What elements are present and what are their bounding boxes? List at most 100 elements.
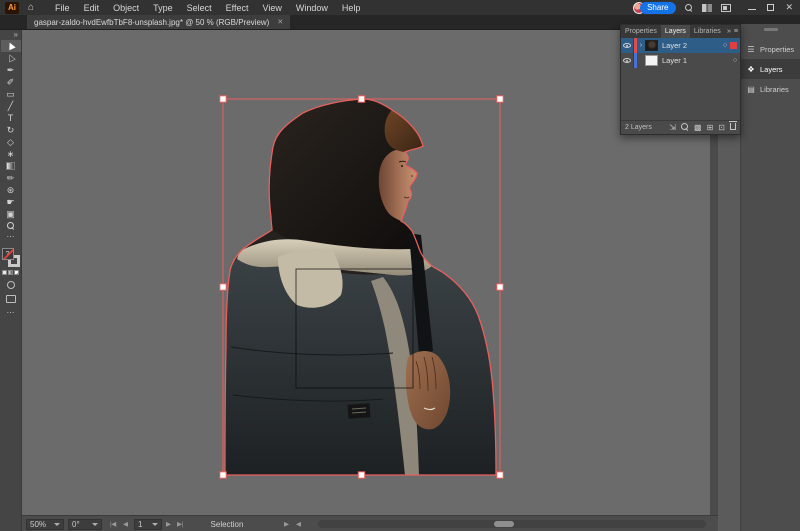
panel-tab-properties[interactable]: Properties <box>621 25 661 38</box>
menu-type[interactable]: Type <box>146 3 180 13</box>
layer-row[interactable]: Layer 1 ○ <box>621 53 740 68</box>
zoom-level-value: 50% <box>30 519 47 529</box>
canvas[interactable] <box>22 30 710 515</box>
locate-object-icon[interactable] <box>681 122 689 133</box>
panel-collapse-icon[interactable]: » <box>727 28 731 35</box>
type-tool[interactable]: T <box>1 112 21 124</box>
menu-edit[interactable]: Edit <box>77 3 107 13</box>
tab-close-icon[interactable]: ✕ <box>277 18 283 26</box>
artboard-tool[interactable]: ▣ <box>1 208 21 220</box>
panel-menu-icon[interactable]: ≡ <box>734 28 738 35</box>
artwork-wrap <box>218 94 505 480</box>
eye-icon <box>623 43 631 48</box>
selection-handle[interactable] <box>496 283 504 291</box>
pen-tool[interactable]: ✒ <box>1 64 21 76</box>
dock-properties[interactable]: ☰ Properties <box>741 39 800 59</box>
target-circle-icon[interactable]: ○ <box>730 57 740 64</box>
scroll-left-arrow[interactable]: ◀ <box>296 516 301 531</box>
layer-count-label: 2 Layers <box>625 124 652 131</box>
workspace-switcher-icon[interactable] <box>702 3 713 12</box>
layer-name[interactable]: Layer 2 <box>662 41 720 50</box>
horizontal-scrollbar-thumb[interactable] <box>494 521 514 527</box>
layer-thumbnail[interactable] <box>645 55 658 66</box>
document-tab[interactable]: gaspar-zaldo-hvdEwfbTbF8-unsplash.jpg* @… <box>27 15 291 29</box>
zoom-level-dropdown[interactable]: 50% <box>26 518 64 530</box>
curvature-tool: ✐ <box>6 77 15 87</box>
color-swatch[interactable] <box>2 270 7 275</box>
shape-builder-tool[interactable]: ◇ <box>1 136 21 148</box>
layer-row[interactable]: › Layer 2 ○ <box>621 38 740 53</box>
free-transform-tool[interactable]: ∗ <box>1 148 21 160</box>
selection-handle[interactable] <box>219 95 227 103</box>
layer-thumbnail[interactable] <box>645 40 658 51</box>
menu-window[interactable]: Window <box>289 3 335 13</box>
selection-handle[interactable] <box>357 471 366 479</box>
edit-toolbar-icon[interactable]: ⋯ <box>7 232 15 242</box>
panel-tab-layers[interactable]: Layers <box>660 25 690 38</box>
new-layer-icon[interactable]: ⊡ <box>718 123 725 132</box>
arrange-documents-icon[interactable] <box>721 3 732 12</box>
fill-swatch[interactable]: ? <box>1 248 14 260</box>
close-button[interactable]: ✕ <box>785 3 793 12</box>
next-artboard-button[interactable]: ▶ <box>166 516 171 531</box>
menu-effect[interactable]: Effect <box>219 3 256 13</box>
eyedropper-tool[interactable]: ✏ <box>1 172 21 184</box>
selection-handle[interactable] <box>496 95 504 103</box>
artwork-image[interactable] <box>224 98 497 476</box>
menu-object[interactable]: Object <box>106 3 146 13</box>
first-artboard-button[interactable]: |◀ <box>110 516 116 531</box>
target-circle-icon[interactable]: ○ <box>720 42 730 49</box>
gradient-swatch-small[interactable] <box>8 270 13 275</box>
visibility-toggle[interactable] <box>621 53 634 68</box>
dock-grip[interactable] <box>763 28 778 31</box>
share-group[interactable]: Share <box>633 1 677 14</box>
home-icon[interactable]: ⌂ <box>28 2 34 13</box>
zoom-tool[interactable] <box>1 220 21 232</box>
fill-stroke-indicator[interactable]: ? <box>1 248 20 267</box>
toolbar-options-icon[interactable]: ⋯ <box>7 308 15 317</box>
none-swatch[interactable] <box>14 270 19 275</box>
artboard-number-dropdown[interactable]: 1 <box>134 518 162 530</box>
menu-bar: File Edit Object Type Select Effect View Window… <box>48 3 367 13</box>
visibility-toggle[interactable] <box>621 38 634 53</box>
rotation-dropdown[interactable]: 0° <box>68 518 102 530</box>
hand-tool[interactable]: ☛ <box>1 196 21 208</box>
rectangle-tool[interactable]: ▭ <box>1 88 21 100</box>
selection-handle[interactable] <box>219 471 227 479</box>
chevron-down-icon <box>92 522 98 526</box>
toolbar-collapse-icon[interactable]: » <box>14 30 21 40</box>
selection-handle[interactable] <box>496 471 504 479</box>
share-button[interactable]: Share <box>640 1 677 14</box>
dock-layers[interactable]: ❖ Layers <box>741 59 800 79</box>
maximize-button[interactable] <box>767 3 775 13</box>
make-mask-icon[interactable]: ▩ <box>694 123 702 132</box>
direct-selection-tool[interactable]: ▷ <box>1 52 21 64</box>
menu-view[interactable]: View <box>255 3 288 13</box>
layer-name[interactable]: Layer 1 <box>662 56 730 65</box>
menu-help[interactable]: Help <box>335 3 368 13</box>
menu-file[interactable]: File <box>48 3 77 13</box>
expand-arrow-icon[interactable]: › <box>637 42 645 49</box>
tools-panel: » ▶ ▷ ✒ ✐ ▭ ╱ T ↻ ◇ ∗ ✏ ⊛ ☛ ▣ ⋯ ? ⋯ <box>0 30 22 531</box>
dock-libraries[interactable]: ▤ Libraries <box>741 79 800 99</box>
new-sublayer-icon[interactable]: ⊞ <box>707 123 714 132</box>
scroll-right-arrow[interactable]: ▶ <box>284 516 289 531</box>
search-icon[interactable] <box>685 3 693 12</box>
draw-mode-icon[interactable] <box>6 281 15 289</box>
panel-tab-libraries[interactable]: Libraries <box>690 25 725 38</box>
delete-layer-icon[interactable] <box>729 121 737 132</box>
collect-for-export-icon[interactable]: ⇲ <box>669 123 676 132</box>
curvature-tool[interactable]: ✐ <box>1 76 21 88</box>
minimize-button[interactable] <box>748 3 757 13</box>
screen-mode-icon[interactable] <box>5 295 16 303</box>
selection-handle[interactable] <box>219 283 227 291</box>
blend-tool[interactable]: ⊛ <box>1 184 21 196</box>
menu-select[interactable]: Select <box>180 3 219 13</box>
previous-artboard-button[interactable]: ◀ <box>123 516 128 531</box>
horizontal-scrollbar[interactable] <box>318 520 706 528</box>
gradient-tool[interactable] <box>1 160 21 172</box>
rotate-tool[interactable]: ↻ <box>1 124 21 136</box>
selection-tool[interactable]: ▶ <box>0 40 21 52</box>
line-segment-tool[interactable]: ╱ <box>1 100 21 112</box>
selection-handle[interactable] <box>357 95 366 103</box>
